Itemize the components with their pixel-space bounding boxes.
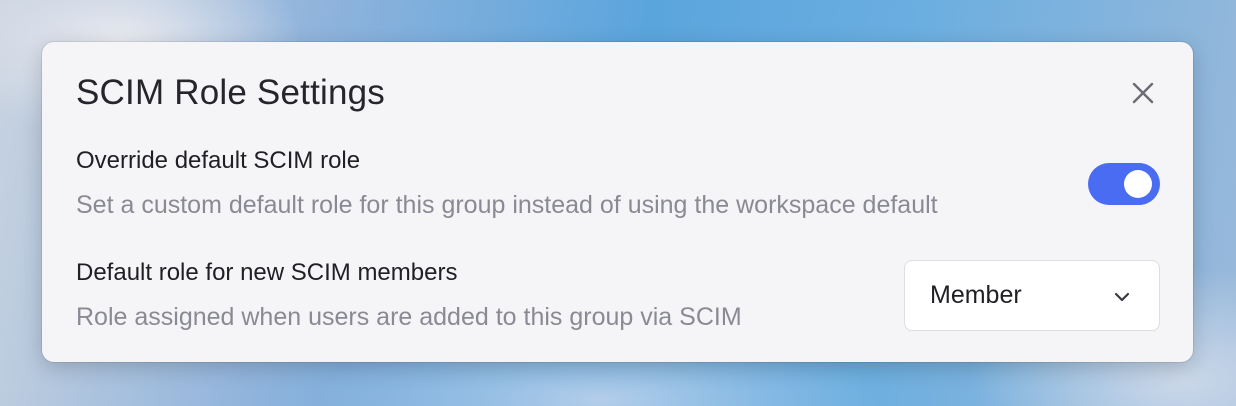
override-setting-title: Override default SCIM role	[76, 147, 361, 174]
default-role-description: Role assigned when users are added to th…	[76, 303, 742, 331]
default-role-title: Default role for new SCIM members	[76, 259, 458, 286]
close-icon	[1132, 82, 1154, 104]
desktop-background: SCIM Role Settings Override default SCIM…	[0, 0, 1236, 406]
scim-role-settings-dialog: SCIM Role Settings Override default SCIM…	[42, 42, 1193, 362]
chevron-down-icon	[1114, 292, 1130, 302]
toggle-knob	[1124, 170, 1152, 198]
dialog-title: SCIM Role Settings	[76, 73, 385, 112]
override-setting-description: Set a custom default role for this group…	[76, 191, 938, 219]
override-role-toggle[interactable]	[1088, 163, 1160, 205]
default-role-select[interactable]: Member	[904, 260, 1160, 331]
select-value: Member	[930, 281, 1022, 309]
close-button[interactable]	[1126, 76, 1160, 110]
